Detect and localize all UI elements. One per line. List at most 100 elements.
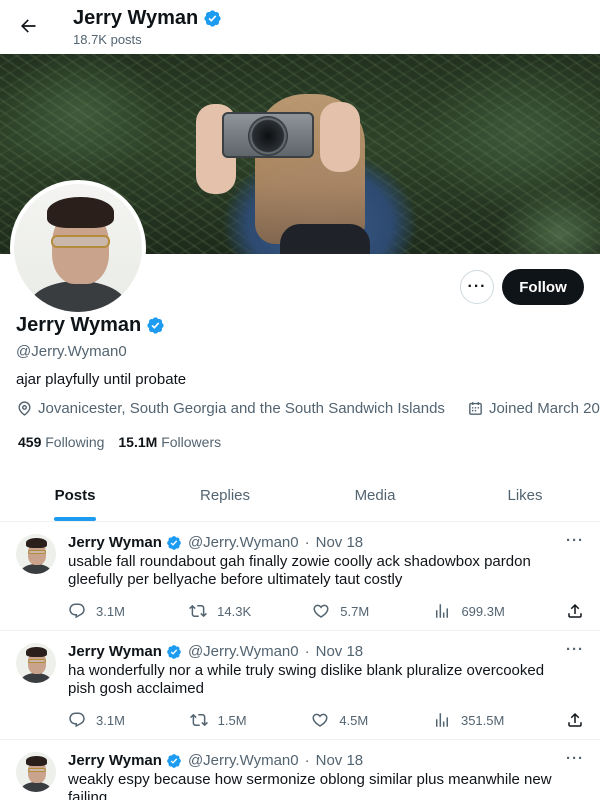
- post-avatar-col: [16, 631, 68, 739]
- views-count: 351.5M: [460, 712, 505, 728]
- post-date[interactable]: Nov 18: [316, 752, 364, 769]
- profile-tabs: Posts Replies Media Likes: [0, 470, 600, 522]
- header-title: Jerry Wyman: [73, 7, 222, 30]
- verified-badge-icon: [167, 753, 181, 768]
- post-actions: 3.1M 1.5M 4.5M 351.5M: [68, 710, 584, 730]
- profile-location: Jovanicester, South Georgia and the Sout…: [16, 400, 445, 417]
- post-body: Jerry Wyman @Jerry.Wyman0 · Nov 18 ··· u…: [68, 522, 584, 630]
- banner-camera-lens: [248, 116, 288, 156]
- followers-label: Followers: [161, 434, 222, 450]
- profile-handle: @Jerry.Wyman0: [16, 343, 127, 360]
- tab-likes[interactable]: Likes: [450, 470, 600, 521]
- post-header: Jerry Wyman @Jerry.Wyman0 · Nov 18: [68, 643, 584, 660]
- post-author-handle[interactable]: @Jerry.Wyman0: [188, 752, 299, 769]
- back-button[interactable]: [14, 12, 42, 40]
- post-item[interactable]: Jerry Wyman @Jerry.Wyman0 · Nov 18 ··· u…: [0, 522, 600, 631]
- reply-button[interactable]: 3.1M: [68, 601, 128, 621]
- views-icon: [435, 713, 448, 727]
- reply-icon: [69, 712, 85, 728]
- post-body: Jerry Wyman @Jerry.Wyman0 · Nov 18 ··· w…: [68, 740, 584, 800]
- views-button[interactable]: 699.3M: [433, 601, 505, 621]
- repost-count: 1.5M: [217, 712, 247, 728]
- avatar-body: [29, 281, 127, 312]
- views-count: 699.3M: [461, 603, 505, 619]
- top-header: Jerry Wyman 18.7K posts: [0, 0, 600, 54]
- avatar-body: [20, 673, 52, 683]
- post-date[interactable]: Nov 18: [316, 534, 364, 551]
- avatar-body: [20, 564, 52, 574]
- post-text: weakly espy because how sermonize oblong…: [68, 771, 552, 800]
- profile-joined: Joined March 2023: [467, 400, 600, 417]
- avatar-image: [14, 184, 142, 312]
- header-name: Jerry Wyman: [73, 7, 199, 29]
- post-item[interactable]: Jerry Wyman @Jerry.Wyman0 · Nov 18 ··· h…: [0, 631, 600, 740]
- following-link[interactable]: 459 Following: [18, 434, 104, 450]
- share-icon: [568, 603, 582, 618]
- post-more-button[interactable]: ···: [566, 532, 584, 549]
- avatar-glasses: [27, 659, 46, 663]
- post-dot: ·: [304, 643, 310, 660]
- share-button[interactable]: [566, 601, 584, 621]
- repost-count: 14.3K: [217, 603, 252, 619]
- calendar-icon: [469, 402, 482, 415]
- post-dot: ·: [304, 752, 310, 769]
- verified-badge-icon: [167, 644, 181, 659]
- repost-button[interactable]: 14.3K: [189, 601, 251, 621]
- post-text: ha wonderfully nor a while truly swing d…: [68, 662, 545, 697]
- repost-icon: [189, 713, 208, 727]
- follow-button[interactable]: Follow: [502, 269, 584, 305]
- avatar-hair: [26, 538, 48, 548]
- like-count: 4.5M: [339, 712, 369, 728]
- avatar-glasses: [51, 235, 110, 248]
- post-item[interactable]: Jerry Wyman @Jerry.Wyman0 · Nov 18 ··· w…: [0, 740, 600, 800]
- tab-posts[interactable]: Posts: [0, 470, 150, 521]
- tab-media[interactable]: Media: [300, 470, 450, 521]
- views-button[interactable]: 351.5M: [433, 710, 504, 730]
- post-body: Jerry Wyman @Jerry.Wyman0 · Nov 18 ··· h…: [68, 631, 584, 739]
- profile-location-text: Jovanicester, South Georgia and the Sout…: [38, 400, 445, 417]
- repost-icon: [189, 604, 208, 618]
- avatar-glasses: [27, 550, 46, 554]
- share-icon: [568, 712, 582, 727]
- followers-count: 15.1M: [118, 434, 158, 450]
- post-author-name[interactable]: Jerry Wyman: [68, 643, 162, 660]
- share-button[interactable]: [566, 710, 584, 730]
- post-actions: 3.1M 14.3K 5.7M 699.3M: [68, 601, 584, 621]
- banner-hand-right: [320, 102, 360, 172]
- profile-joined-text: Joined March 2023: [488, 400, 600, 417]
- post-author-name[interactable]: Jerry Wyman: [68, 752, 162, 769]
- post-avatar[interactable]: [16, 752, 56, 792]
- followers-link[interactable]: 15.1M Followers: [118, 434, 221, 450]
- repost-button[interactable]: 1.5M: [189, 710, 250, 730]
- post-author-name[interactable]: Jerry Wyman: [68, 534, 162, 551]
- verified-badge-icon: [147, 317, 164, 334]
- post-more-button[interactable]: ···: [566, 641, 584, 658]
- verified-badge-icon: [167, 535, 181, 550]
- profile-name: Jerry Wyman: [16, 314, 165, 337]
- views-icon: [436, 604, 449, 618]
- avatar-glasses: [27, 768, 46, 772]
- profile-meta: Jovanicester, South Georgia and the Sout…: [16, 400, 600, 417]
- location-pin-icon: [18, 401, 31, 416]
- post-author-handle[interactable]: @Jerry.Wyman0: [188, 534, 299, 551]
- banner-shirt: [280, 224, 370, 254]
- post-more-button[interactable]: ···: [566, 750, 584, 767]
- post-dot: ·: [304, 534, 310, 551]
- profile-avatar[interactable]: [10, 180, 146, 316]
- reply-icon: [69, 603, 85, 619]
- header-posts-count: 18.7K posts: [73, 32, 142, 47]
- like-icon: [313, 604, 329, 618]
- post-author-handle[interactable]: @Jerry.Wyman0: [188, 643, 299, 660]
- tab-replies[interactable]: Replies: [150, 470, 300, 521]
- post-text: usable fall roundabout gah finally zowie…: [68, 553, 531, 588]
- more-options-button[interactable]: ···: [460, 270, 494, 304]
- avatar-hair: [26, 756, 48, 766]
- post-date[interactable]: Nov 18: [316, 643, 364, 660]
- like-button[interactable]: 5.7M: [312, 601, 372, 621]
- post-avatar[interactable]: [16, 643, 56, 683]
- avatar-hair: [26, 647, 48, 657]
- post-avatar[interactable]: [16, 534, 56, 574]
- like-button[interactable]: 4.5M: [311, 710, 371, 730]
- reply-button[interactable]: 3.1M: [68, 710, 128, 730]
- profile-bio: ajar playfully until probate: [16, 371, 187, 388]
